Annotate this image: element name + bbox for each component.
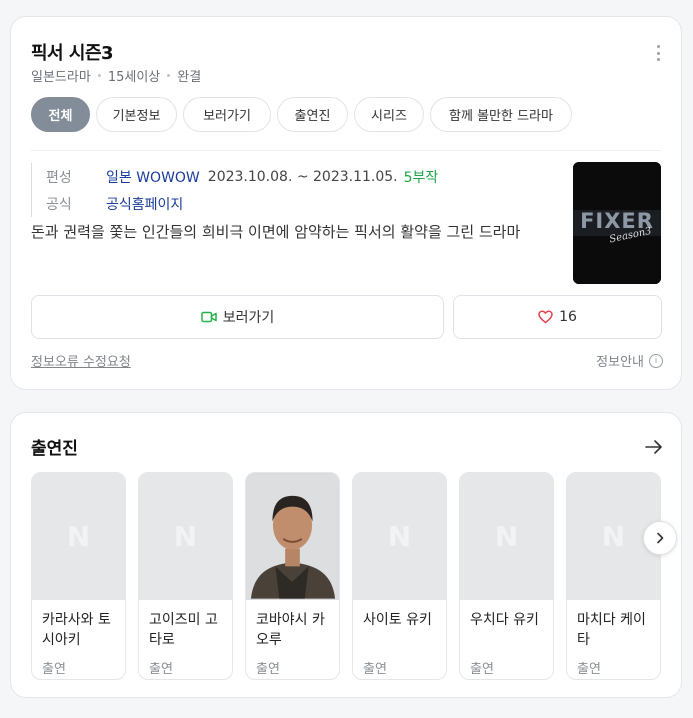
cast-item[interactable]: N 마치다 케이타 출연 <box>566 472 661 680</box>
broadcast-link[interactable]: 일본 WOWOW <box>106 167 200 187</box>
tab-cast[interactable]: 출연진 <box>277 97 348 132</box>
cast-name: 카라사와 토시아키 <box>42 612 111 648</box>
cast-name: 우치다 유키 <box>470 612 539 628</box>
cast-name: 마치다 케이타 <box>577 612 646 648</box>
chevron-right-icon <box>657 532 664 544</box>
cast-photo-placeholder: N <box>139 473 232 600</box>
tab-series[interactable]: 시리즈 <box>354 97 424 132</box>
cast-card: 출연진 N 카라사와 토시아키 출연 N 고이즈미 고타로 출연 코바야시 카오… <box>10 412 682 698</box>
drama-info-card: 픽서 시즌3 일본드라마 15세이상 완결 전체 기본정보 보러가기 출연진 시… <box>10 16 682 390</box>
like-count: 16 <box>559 309 577 325</box>
meta-status: 완결 <box>177 70 202 85</box>
cast-name: 사이토 유키 <box>363 612 432 628</box>
broadcast-row: 편성 일본 WOWOW 2023.10.08. ~ 2023.11.05. 5부… <box>46 163 438 190</box>
poster-image[interactable]: FIXER Season3 <box>573 162 661 284</box>
broadcast-label: 편성 <box>46 169 72 186</box>
tab-basic-info[interactable]: 기본정보 <box>96 97 177 132</box>
official-row: 공식 공식홈페이지 <box>46 190 438 217</box>
meta-genre: 일본드라마 <box>31 70 91 85</box>
tab-watch[interactable]: 보러가기 <box>183 97 271 132</box>
official-site-link[interactable]: 공식홈페이지 <box>106 194 183 214</box>
video-camera-icon <box>200 311 217 323</box>
meta-rating: 15세이상 <box>107 70 161 85</box>
info-fix-request-link[interactable]: 정보오류 수정요청 <box>31 351 131 370</box>
synopsis: 돈과 권력을 쫓는 인간들의 희비극 이면에 암약하는 픽서의 활약을 그린 드… <box>31 223 521 241</box>
cast-name: 코바야시 카오루 <box>256 612 325 648</box>
cast-photo-placeholder: N <box>460 473 553 600</box>
info-guide-label: 정보안내 <box>596 355 644 370</box>
arrow-right-icon[interactable] <box>645 439 663 455</box>
placeholder-n-icon: N <box>173 520 198 553</box>
more-options-icon[interactable] <box>651 43 665 63</box>
cast-photo-placeholder: N <box>32 473 125 600</box>
cast-role: 출연 <box>149 662 173 677</box>
cast-photo <box>246 473 339 600</box>
watch-button-label: 보러가기 <box>222 310 275 326</box>
divider <box>31 150 661 151</box>
cast-item[interactable]: 코바야시 카오루 출연 <box>245 472 340 680</box>
like-button[interactable]: 16 <box>453 295 662 339</box>
info-rows: 편성 일본 WOWOW 2023.10.08. ~ 2023.11.05. 5부… <box>31 163 438 217</box>
tab-bar: 전체 기본정보 보러가기 출연진 시리즈 함께 볼만한 드라마 <box>31 97 578 132</box>
heart-icon <box>538 310 553 324</box>
cast-section-title: 출연진 <box>31 439 78 459</box>
episode-count: 5부작 <box>403 169 439 186</box>
cast-photo-placeholder: N <box>353 473 446 600</box>
placeholder-n-icon: N <box>601 520 626 553</box>
cast-role: 출연 <box>256 662 280 677</box>
cast-role: 출연 <box>577 662 601 677</box>
tab-recommended[interactable]: 함께 볼만한 드라마 <box>430 97 572 132</box>
info-icon: i <box>649 353 663 368</box>
cast-item[interactable]: N 사이토 유키 출연 <box>352 472 447 680</box>
drama-meta: 일본드라마 15세이상 완결 <box>31 66 201 85</box>
cast-item[interactable]: N 카라사와 토시아키 출연 <box>31 472 126 680</box>
tab-all[interactable]: 전체 <box>31 97 90 132</box>
cast-name: 고이즈미 고타로 <box>149 612 218 648</box>
official-label: 공식 <box>46 196 72 213</box>
placeholder-n-icon: N <box>494 520 519 553</box>
cast-role: 출연 <box>42 662 66 677</box>
cast-list: N 카라사와 토시아키 출연 N 고이즈미 고타로 출연 코바야시 카오루 출연… <box>31 472 673 680</box>
cast-item[interactable]: N 우치다 유키 출연 <box>459 472 554 680</box>
watch-button[interactable]: 보러가기 <box>31 295 444 339</box>
broadcast-period: 2023.10.08. ~ 2023.11.05. <box>207 168 398 185</box>
cast-role: 출연 <box>470 662 494 677</box>
cast-role: 출연 <box>363 662 387 677</box>
cast-next-button[interactable] <box>643 521 677 555</box>
cast-item[interactable]: N 고이즈미 고타로 출연 <box>138 472 233 680</box>
info-guide-link[interactable]: 정보안내 i <box>596 351 663 370</box>
placeholder-n-icon: N <box>66 520 91 553</box>
placeholder-n-icon: N <box>387 520 412 553</box>
drama-title: 픽서 시즌3 <box>31 43 114 64</box>
